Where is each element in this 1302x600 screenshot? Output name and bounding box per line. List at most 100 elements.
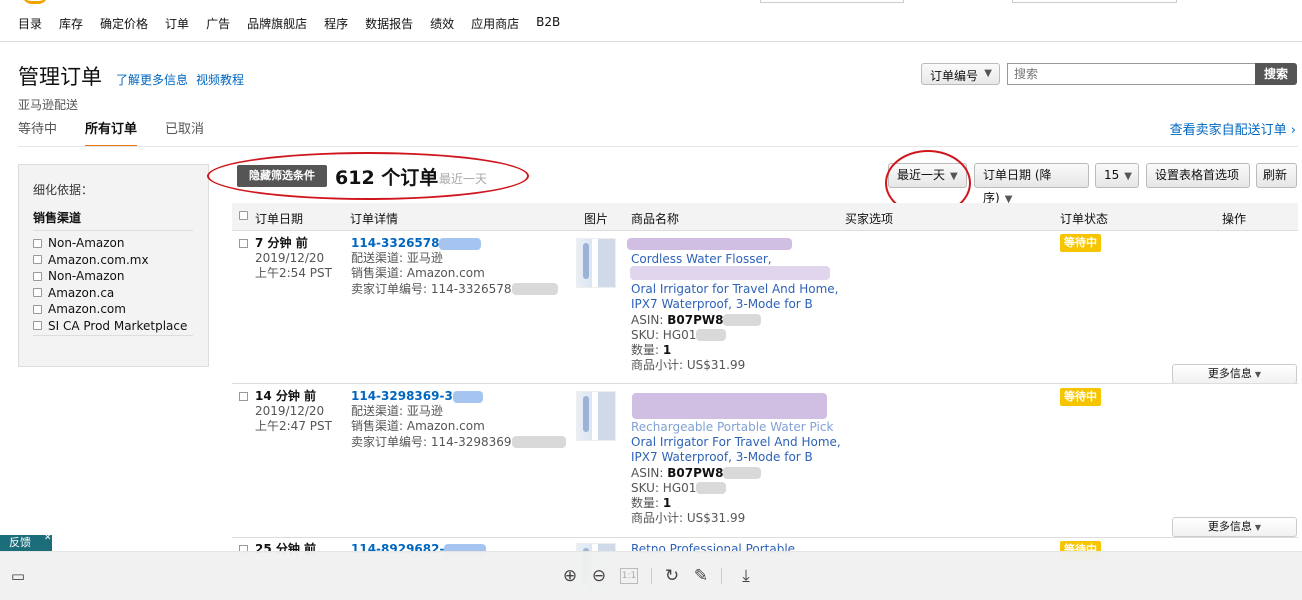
video-tutorial-link[interactable]: 视频教程 [196,71,244,88]
product-cell: Rechargeable Portable Water Pick Oral Ir… [631,420,841,526]
filter-label: Amazon.com.mx [48,252,149,267]
orders-table-header: 订单日期 订单详情 图片 商品名称 买家选项 订单状态 操作 [232,203,1298,231]
product-image[interactable] [576,391,616,441]
layout-icon[interactable]: ▭ [8,566,28,586]
product-image[interactable] [576,238,616,288]
select-all-checkbox[interactable] [239,211,248,220]
nav-reports[interactable]: 数据报告 [365,15,413,32]
col-order-details: 订单详情 [350,212,399,226]
product-cell: Cordless Water Flosser, Oral Irrigator f… [631,252,838,373]
asin-label: ASIN: [631,312,664,327]
nav-stores[interactable]: 品牌旗舰店 [247,15,307,32]
order-id-link[interactable]: 114-3298369-3 [351,389,453,403]
range-note: 最近一天 [439,172,488,186]
asin-value: B07PW8 [667,465,724,480]
search-field-select[interactable]: 订单编号 ▼ [921,63,1000,85]
nav-advertising[interactable]: 广告 [206,15,230,32]
actual-size-icon[interactable]: 1:1 [620,568,638,584]
redaction [723,314,762,327]
self-fulfilled-orders-link[interactable]: 查看卖家自配送订单 › [1170,119,1296,138]
more-info-button[interactable]: 更多信息 ▼ [1172,364,1297,384]
checkbox[interactable] [33,271,42,281]
checkbox[interactable] [33,238,42,248]
top-search-field[interactable] [1012,0,1177,3]
search-button[interactable]: 搜索 [1255,63,1297,85]
checkbox[interactable] [33,321,42,331]
filter-non-amazon-2[interactable]: Non-Amazon [33,268,187,285]
quantity-label: 数量: [631,343,660,358]
filter-amazon-com[interactable]: Amazon.com [33,301,187,318]
more-info-button[interactable]: 更多信息 ▼ [1172,517,1297,537]
edit-pencil-icon[interactable]: ✎ [691,566,711,586]
quantity-value: 1 [662,496,672,511]
date-range-value: 最近一天 [897,168,946,182]
order-date: 2019/12/20 [255,404,325,419]
col-buyer-options: 买家选项 [845,212,894,226]
refine-by-label: 细化依据： [33,183,94,197]
filter-non-amazon[interactable]: Non-Amazon [33,235,187,252]
redaction [627,238,792,250]
row-checkbox[interactable] [239,239,248,248]
product-title-line[interactable]: IPX7 Waterproof, 3-Mode for B [631,450,841,465]
refresh-button[interactable]: 刷新 [1256,163,1297,188]
nav-inventory[interactable]: 库存 [59,15,83,32]
sku: SKU: HG01 [631,327,697,342]
rotate-icon[interactable]: ↻ [662,566,682,586]
checkbox[interactable] [33,304,42,314]
search-field-select-value: 订单编号 [930,69,979,83]
close-icon[interactable]: ✕ [44,533,52,543]
order-details-cell: 114-3326578 配送渠道: 亚马逊 销售渠道: Amazon.com 卖… [351,236,558,297]
nav-programs[interactable]: 程序 [324,15,348,32]
col-order-date[interactable]: 订单日期 [255,210,303,227]
col-product-name: 商品名称 [631,212,680,226]
checkbox[interactable] [33,288,42,298]
product-title-line[interactable]: Cordless Water Flosser, [631,252,838,267]
redaction [632,393,827,419]
fulfillment-channel: 配送渠道: 亚马逊 [351,404,443,419]
nav-catalog[interactable]: 目录 [18,15,42,32]
filter-label: SI CA Prod Marketplace [48,318,188,333]
col-actions: 操作 [1222,212,1247,226]
hide-filters-button[interactable]: 隐藏筛选条件 [237,165,327,187]
tab-cancelled[interactable]: 已取消 [165,118,204,147]
order-details-cell: 114-3298369-3 配送渠道: 亚马逊 销售渠道: Amazon.com… [351,389,566,450]
more-info-label: 更多信息 [1207,367,1252,380]
date-range-select[interactable]: 最近一天 ▼ [888,163,967,188]
filter-amazon-com-mx[interactable]: Amazon.com.mx [33,252,187,269]
nav-pricing[interactable]: 确定价格 [100,15,148,32]
redaction [439,237,482,250]
item-subtotal: 商品小计: US$31.99 [631,511,746,526]
order-id-link[interactable]: 114-3326578 [351,236,439,250]
tab-all-orders[interactable]: 所有订单 [85,118,138,147]
row-checkbox[interactable] [239,392,248,401]
download-icon[interactable]: ⤓ [736,566,756,586]
sort-value: 订单日期 (降序) [983,168,1052,205]
learn-more-link[interactable]: 了解更多信息 [116,71,188,88]
seller-order-id: 卖家订单编号: 114-3326578 [351,281,512,296]
toolbar-divider [721,568,722,584]
marketplace-selector[interactable] [760,0,904,3]
checkbox[interactable] [33,255,42,265]
redaction [723,467,762,480]
filter-si-ca-prod[interactable]: SI CA Prod Marketplace [33,318,187,335]
zoom-out-icon[interactable]: ⊖ [589,566,609,586]
product-title-line[interactable]: IPX7 Waterproof, 3-Mode for B [631,297,838,312]
zoom-in-icon[interactable]: ⊕ [560,566,580,586]
table-preferences-button[interactable]: 设置表格首选项 [1146,163,1250,188]
per-page-select[interactable]: 15 ▼ [1095,163,1139,188]
product-title-line[interactable]: Oral Irrigator for Travel And Home, [631,282,838,297]
tab-pending[interactable]: 等待中 [18,118,57,147]
asin-label: ASIN: [631,465,664,480]
product-title-line[interactable]: Rechargeable Portable Water Pick [631,420,841,435]
nav-orders[interactable]: 订单 [165,15,189,32]
nav-performance[interactable]: 绩效 [430,15,454,32]
product-title-line[interactable]: Oral Irrigator For Travel And Home, [631,435,841,450]
row-divider [232,537,1298,538]
search-input[interactable] [1007,63,1256,85]
filter-label: Non-Amazon [48,269,125,284]
nav-b2b[interactable]: B2B [536,15,560,32]
nav-appstore[interactable]: 应用商店 [471,15,519,32]
sort-select[interactable]: 订单日期 (降序) ▼ [974,163,1089,205]
filter-amazon-ca[interactable]: Amazon.ca [33,285,187,302]
order-tabs: 等待中 所有订单 已取消 [18,118,232,147]
